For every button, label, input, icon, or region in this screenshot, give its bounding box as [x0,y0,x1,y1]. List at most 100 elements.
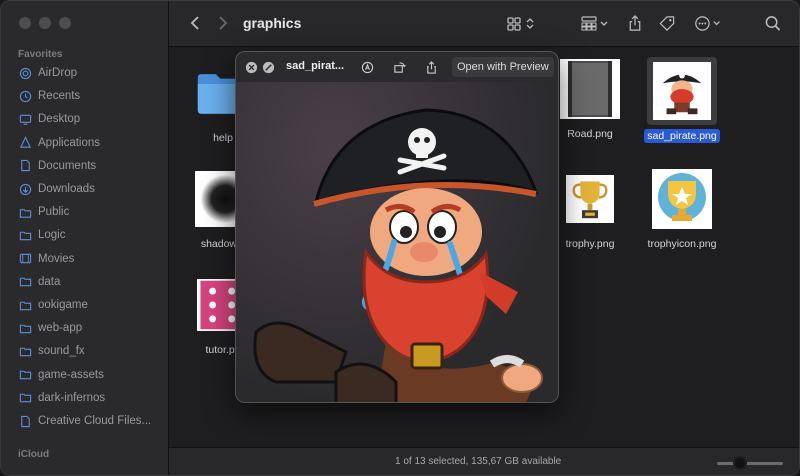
quicklook-toolbar: sad_pirat... Open with Preview [236,52,558,82]
sidebar-item-label: Creative Cloud Files... [38,415,152,427]
sidebar-item-label: ookigame [38,299,88,311]
sidebar-item-label: web-app [38,322,83,335]
window-controls [19,17,71,29]
public-icon [19,206,32,219]
sidebar-item-ookigame[interactable]: ookigame [19,295,88,315]
trophyicon-thumbnail [652,169,712,229]
sidebar-item-label: Movies [38,252,75,265]
sidebar-item-game-assets[interactable]: game-assets [19,365,104,385]
tag-button[interactable] [657,13,677,33]
status-text: 1 of 13 selected, 135,67 GB available [395,456,562,467]
folder-icon [19,345,32,358]
document-icon [19,415,32,428]
toolbar: graphics [169,1,799,47]
zoom-window-button[interactable] [59,17,71,29]
sidebar-item-label: Desktop [38,113,81,126]
sidebar-item-label: AirDrop [38,67,77,79]
pirate-preview-image [236,82,558,402]
sidebar-item-label: Applications [38,136,101,149]
file-name-selected: sad_pirate.png [644,129,720,143]
group-grid-icon [581,15,608,30]
sidebar-item-recents[interactable]: Recents [19,86,80,106]
applications-icon [19,136,32,149]
rotate-button[interactable] [392,60,406,74]
sidebar-item-documents[interactable]: Documents [19,156,96,176]
open-with-preview-button[interactable]: Open with Preview [452,57,554,77]
sad-pirate-illustration [253,108,543,402]
sidebar: Favorites AirDrop Recents Desktop Applicati… [1,1,169,475]
status-bar: 1 of 13 selected, 135,67 GB available [169,447,799,475]
sidebar-item-downloads[interactable]: Downloads [19,179,95,199]
forward-button[interactable] [213,13,233,33]
share-button[interactable] [625,13,645,33]
file-item-trophyicon[interactable]: trophyicon.png [637,169,727,252]
sidebar-item-logic[interactable]: Logic [19,225,66,245]
folder-icon [19,229,32,242]
sidebar-section-icloud: iCloud [18,449,50,460]
pirate-thumbnail [647,57,717,125]
desktop-icon [19,113,32,126]
rotate-icon [393,61,406,73]
sidebar-item-dark-infernos[interactable]: dark-infernos [19,388,105,408]
quicklook-fullscreen-button[interactable] [261,60,275,74]
chevron-left-icon [190,16,199,30]
sidebar-item-label: Recents [38,90,81,103]
file-item-sad-pirate[interactable]: sad_pirate.png [637,57,727,144]
sidebar-item-label: Logic [38,229,66,242]
quicklook-panel: sad_pirat... Open with Preview [235,51,559,403]
folder-icon [19,299,32,312]
fullscreen-icon [262,61,274,73]
tag-icon [659,15,675,31]
sidebar-item-label: Public [38,206,70,219]
download-icon [19,183,32,196]
sidebar-item-public[interactable]: Public [19,202,69,222]
sidebar-item-movies[interactable]: Movies [19,249,74,269]
folder-icon [19,275,32,288]
share-icon [426,60,436,74]
markup-button[interactable] [360,60,374,74]
file-name: Road.png [567,128,613,140]
file-name: trophyicon.png [647,238,717,250]
folder-icon [19,368,32,381]
document-icon [19,159,32,172]
action-menu-button[interactable] [693,13,727,33]
road-thumbnail [560,59,620,119]
sidebar-item-label: game-assets [38,368,104,381]
search-button[interactable] [763,13,783,33]
close-window-button[interactable] [19,17,31,29]
grid-view-icon [507,16,534,31]
file-name: trophy.png [565,238,615,250]
quicklook-title: sad_pirat... [286,60,345,72]
chevron-right-icon [219,16,228,30]
sidebar-item-applications[interactable]: Applications [19,133,100,153]
sidebar-item-creative-cloud-files[interactable]: Creative Cloud Files... [19,411,151,431]
search-icon [765,15,781,31]
more-icon [695,15,720,31]
clock-icon [19,90,32,103]
markup-icon [361,61,373,73]
close-icon [245,61,257,73]
folder-icon [19,322,32,335]
sidebar-item-airdrop[interactable]: AirDrop [19,63,77,83]
sidebar-item-sound-fx[interactable]: sound_fx [19,341,85,361]
sidebar-item-desktop[interactable]: Desktop [19,109,80,129]
sidebar-item-label: data [38,275,61,288]
airdrop-icon [19,67,32,80]
minimize-window-button[interactable] [39,17,51,29]
trophy-thumbnail [560,169,620,229]
group-button[interactable] [581,13,613,33]
sidebar-item-label: Downloads [38,183,95,195]
folder-icon [19,391,32,404]
view-mode-button[interactable] [507,13,541,33]
icon-size-slider-knob[interactable] [733,456,747,470]
sidebar-item-data[interactable]: data [19,272,60,292]
file-name: help [213,132,233,144]
quicklook-share-button[interactable] [424,60,438,74]
back-button[interactable] [185,13,205,33]
icon-size-slider[interactable] [717,462,783,465]
sidebar-section-favorites: Favorites [18,49,63,60]
sidebar-item-label: dark-infernos [38,391,106,404]
movies-icon [19,252,32,265]
quicklook-close-button[interactable] [244,60,258,74]
sidebar-item-web-app[interactable]: web-app [19,318,82,338]
